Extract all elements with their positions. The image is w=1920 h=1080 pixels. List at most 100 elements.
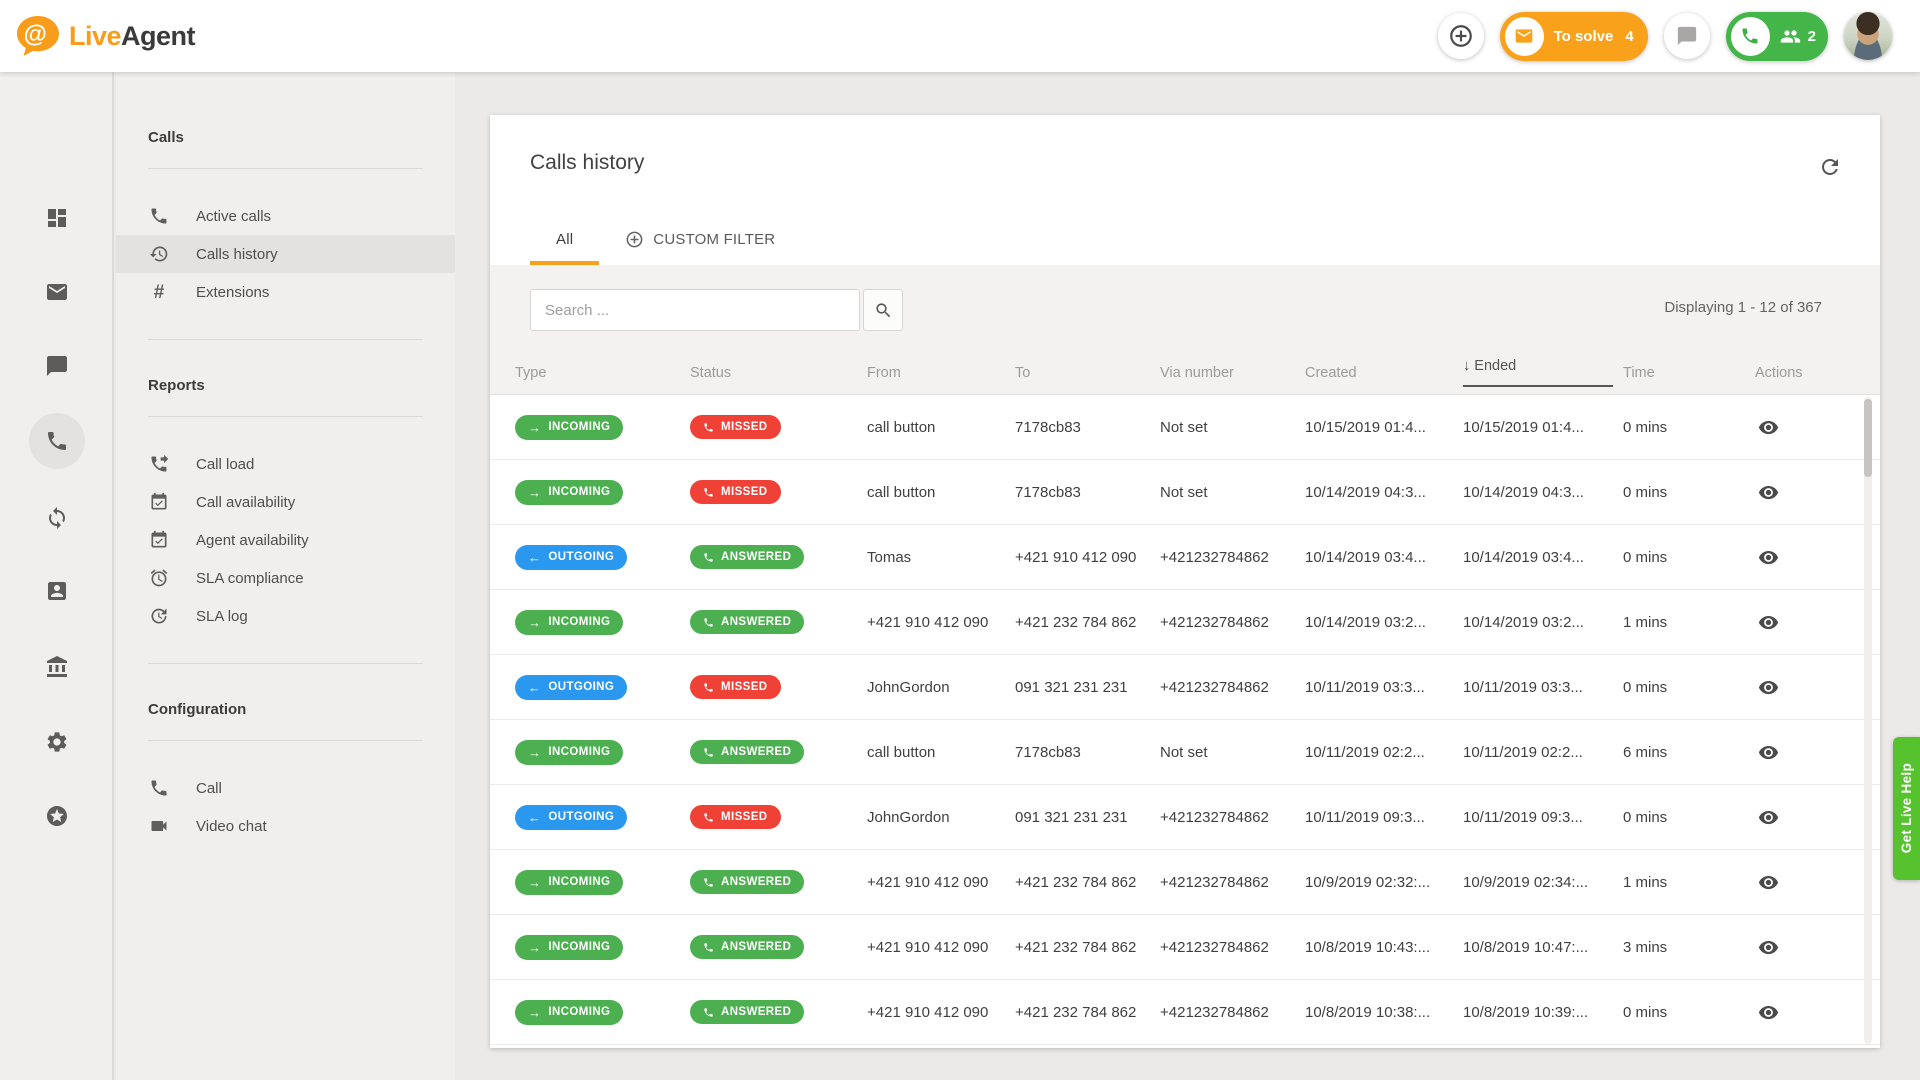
type-badge-label: INCOMING: [548, 941, 610, 953]
table-row[interactable]: →INCOMINGANSWERED+421 910 412 090+421 23…: [490, 980, 1880, 1045]
rail-item-starred[interactable]: [29, 788, 85, 844]
type-badge: ←OUTGOING: [515, 675, 627, 700]
cell-created: 10/8/2019 10:43:...: [1305, 939, 1463, 956]
direction-arrow-icon: →: [528, 616, 541, 629]
table-row[interactable]: →INCOMINGANSWEREDcall button7178cb83Not …: [490, 720, 1880, 785]
rail-item-calls[interactable]: [29, 413, 85, 469]
rail-item-contacts[interactable]: [29, 563, 85, 619]
col-header-status[interactable]: Status: [690, 365, 867, 381]
cell-created: 10/14/2019 03:2...: [1305, 614, 1463, 631]
cell-ended: 10/8/2019 10:47:...: [1463, 939, 1623, 956]
col-header-to[interactable]: To: [1015, 365, 1160, 381]
filter-area: Displaying 1 - 12 of 367 TypeStatusFromT…: [490, 265, 1880, 395]
cell-ended: 10/15/2019 01:4...: [1463, 419, 1623, 436]
status-badge-label: ANSWERED: [721, 876, 791, 888]
view-call-button[interactable]: [1755, 934, 1782, 961]
cell-actions: [1755, 674, 1880, 701]
tab-custom-filter[interactable]: CUSTOM FILTER: [599, 217, 801, 265]
type-badge-label: OUTGOING: [548, 811, 614, 823]
type-badge-label: INCOMING: [548, 1006, 610, 1018]
chat-button[interactable]: [1664, 13, 1710, 59]
col-header-created[interactable]: Created: [1305, 365, 1463, 381]
table-row[interactable]: →INCOMINGANSWERED+421 910 412 090+421 23…: [490, 915, 1880, 980]
add-button[interactable]: [1438, 13, 1484, 59]
star-circle-icon: [45, 804, 69, 828]
rail-item-automation[interactable]: [29, 490, 85, 546]
type-badge: →INCOMING: [515, 480, 623, 505]
sidebar-item-video-chat[interactable]: Video chat: [148, 807, 423, 845]
cell-from: JohnGordon: [867, 679, 1015, 696]
direction-arrow-icon: ←: [528, 681, 541, 694]
view-call-button[interactable]: [1755, 609, 1782, 636]
sidebar-item-label: Call: [196, 780, 222, 797]
sidebar-item-sla-compliance[interactable]: SLA compliance: [148, 559, 423, 597]
chat-icon: [45, 354, 69, 378]
logo-text: LiveAgent: [69, 21, 195, 52]
table-row[interactable]: ←OUTGOINGMISSEDJohnGordon091 321 231 231…: [490, 655, 1880, 720]
to-solve-button[interactable]: To solve 4: [1500, 12, 1648, 61]
sidebar-item-call[interactable]: Call: [148, 769, 423, 807]
view-call-button[interactable]: [1755, 869, 1782, 896]
rail-item-dashboard[interactable]: [29, 190, 85, 246]
sidebar-item-label: Call load: [196, 456, 254, 473]
cell-via: +421232784862: [1160, 679, 1305, 696]
sidebar-item-call-load[interactable]: Call load: [148, 445, 423, 483]
table-row[interactable]: ←OUTGOINGMISSEDJohnGordon091 321 231 231…: [490, 785, 1880, 850]
sidebar-item-calls-history[interactable]: Calls history: [116, 235, 455, 273]
col-header-actions[interactable]: Actions: [1755, 365, 1880, 381]
cell-status: ANSWERED: [690, 740, 867, 764]
phone-status-button[interactable]: 2: [1726, 12, 1828, 61]
view-call-button[interactable]: [1755, 674, 1782, 701]
search-input[interactable]: [530, 289, 860, 331]
col-header-ended[interactable]: ↓ Ended: [1463, 358, 1623, 387]
rail-item-chat[interactable]: [29, 338, 85, 394]
status-badge: MISSED: [690, 805, 781, 829]
view-call-button[interactable]: [1755, 739, 1782, 766]
sidebar-item-call-availability[interactable]: Call availability: [148, 483, 423, 521]
rail-item-mail[interactable]: [29, 264, 85, 320]
cell-to: 7178cb83: [1015, 484, 1160, 501]
cell-created: 10/14/2019 03:4...: [1305, 549, 1463, 566]
app-logo[interactable]: @ LiveAgent: [14, 15, 195, 57]
sidebar-item-agent-availability[interactable]: Agent availability: [148, 521, 423, 559]
view-call-button[interactable]: [1755, 999, 1782, 1026]
col-header-from[interactable]: From: [867, 365, 1015, 381]
eye-icon: [1758, 677, 1779, 698]
scrollbar-thumb[interactable]: [1864, 399, 1872, 477]
tab-all[interactable]: All: [530, 217, 599, 265]
table-row[interactable]: ←OUTGOINGANSWEREDTomas+421 910 412 090+4…: [490, 525, 1880, 590]
status-badge-label: ANSWERED: [721, 616, 791, 628]
chat-icon: [1676, 25, 1698, 47]
cell-from: +421 910 412 090: [867, 874, 1015, 891]
cell-time: 6 mins: [1623, 744, 1755, 761]
add-icon: [1448, 23, 1474, 49]
sidebar-item-extensions[interactable]: #Extensions: [148, 273, 423, 311]
cell-from: +421 910 412 090: [867, 614, 1015, 631]
user-avatar[interactable]: [1844, 12, 1892, 60]
sidebar-item-active-calls[interactable]: Active calls: [148, 197, 423, 235]
rail-item-academy[interactable]: [29, 639, 85, 695]
view-call-button[interactable]: [1755, 544, 1782, 571]
eye-icon: [1758, 742, 1779, 763]
cell-ended: 10/11/2019 03:3...: [1463, 679, 1623, 696]
search-button[interactable]: [863, 289, 903, 331]
eye-icon: [1758, 417, 1779, 438]
nav-group: Call Video chat: [148, 769, 423, 845]
col-header-via[interactable]: Via number: [1160, 365, 1305, 381]
view-call-button[interactable]: [1755, 414, 1782, 441]
eye-icon: [1758, 807, 1779, 828]
view-call-button[interactable]: [1755, 804, 1782, 831]
rail-item-settings[interactable]: [29, 714, 85, 770]
col-header-time[interactable]: Time: [1623, 365, 1755, 381]
table-row[interactable]: →INCOMINGMISSEDcall button7178cb83Not se…: [490, 460, 1880, 525]
table-row[interactable]: →INCOMINGMISSEDcall button7178cb83Not se…: [490, 395, 1880, 460]
get-live-help-tab[interactable]: Get Live Help: [1893, 737, 1920, 880]
status-badge-label: MISSED: [721, 811, 768, 823]
col-header-type[interactable]: Type: [515, 365, 690, 381]
view-call-button[interactable]: [1755, 479, 1782, 506]
refresh-button[interactable]: [1818, 155, 1842, 179]
table-row[interactable]: →INCOMINGANSWERED+421 910 412 090+421 23…: [490, 850, 1880, 915]
sidebar-item-sla-log[interactable]: SLA log: [148, 597, 423, 635]
cell-to: +421 910 412 090: [1015, 549, 1160, 566]
table-row[interactable]: →INCOMINGANSWERED+421 910 412 090+421 23…: [490, 590, 1880, 655]
